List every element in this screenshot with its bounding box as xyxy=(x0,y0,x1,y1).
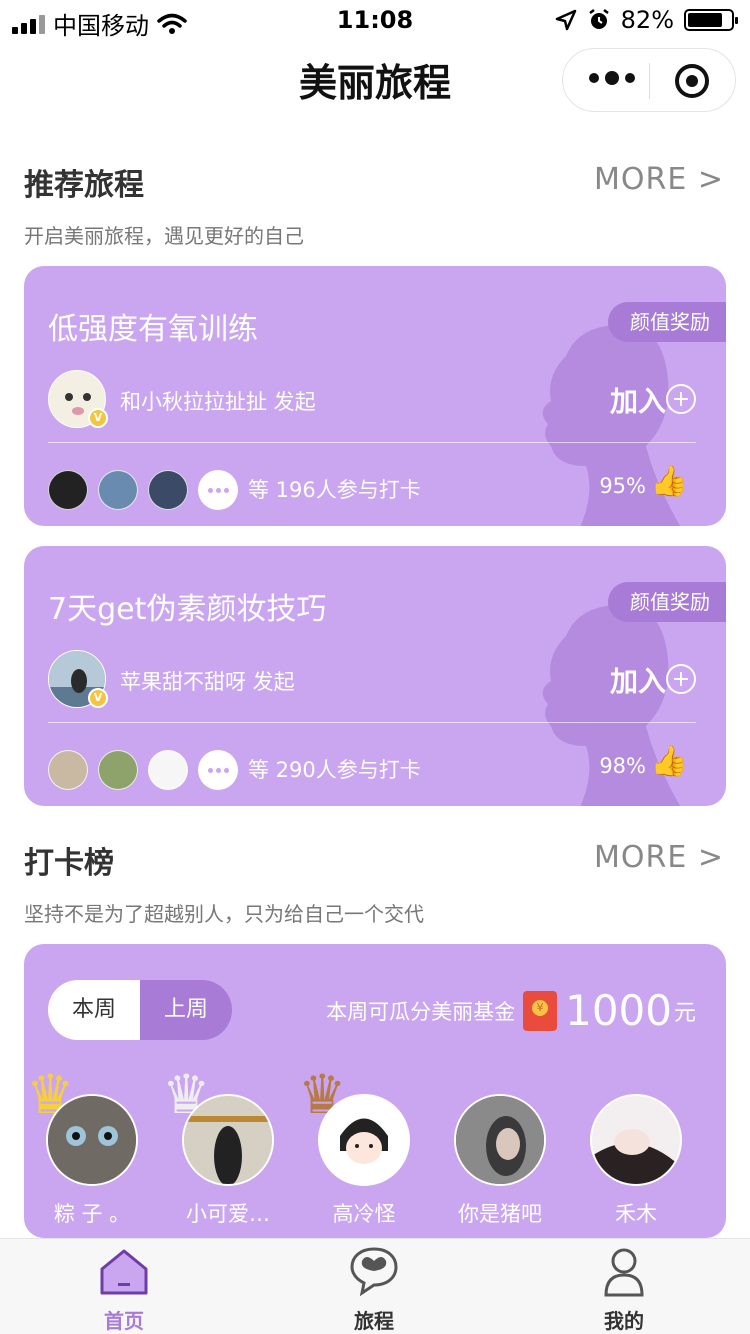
plus-circle-icon[interactable] xyxy=(666,384,696,414)
tab-journey-label: 旅程 xyxy=(354,1309,394,1333)
status-right: 82% xyxy=(555,6,738,34)
card-divider xyxy=(48,722,696,723)
creator-name: 和小秋拉拉扯扯 发起 xyxy=(120,390,316,414)
participant-avatar[interactable] xyxy=(98,750,138,790)
tab-last-week[interactable]: 上周 xyxy=(140,980,232,1040)
fund-unit: 元 xyxy=(673,1000,696,1026)
bottom-tab-bar: 首页 旅程 我的 xyxy=(0,1238,750,1334)
tab-home-label: 首页 xyxy=(104,1309,144,1333)
close-target-icon[interactable] xyxy=(675,64,709,98)
journey-card[interactable]: 7天get伪素颜妆技巧 颜值奖励 V 苹果甜不甜呀 发起 加入 等 290人参与… xyxy=(24,546,726,806)
card-divider xyxy=(48,442,696,443)
rank-user[interactable]: 你是猪吧 xyxy=(454,1094,546,1226)
rank-user-name: 高冷怪 xyxy=(332,1202,396,1226)
tab-home[interactable]: 首页 xyxy=(64,1245,184,1334)
more-menu-icon[interactable] xyxy=(589,71,635,85)
creator-name: 苹果甜不甜呀 发起 xyxy=(120,670,295,694)
journey-card[interactable]: 低强度有氧训练 颜值奖励 V 和小秋拉拉扯扯 发起 加入 等 196人参与打卡 … xyxy=(24,266,726,526)
thumbs-up-icon[interactable]: 👍 xyxy=(651,464,688,499)
verified-badge-icon: V xyxy=(88,408,108,428)
fund-label: 本周可瓜分美丽基金 xyxy=(326,999,516,1024)
rank-user-name: 禾木 xyxy=(615,1202,657,1226)
rank-user[interactable]: ♛ 高冷怪 xyxy=(298,1068,410,1226)
participant-avatar[interactable] xyxy=(148,470,188,510)
more-participants-icon[interactable] xyxy=(198,750,238,790)
ranking-card: 本周 上周 本周可瓜分美丽基金 1000 元 ♛ 粽 子 。 ♛ 小可爱… ♛ … xyxy=(24,944,726,1238)
capsule-divider xyxy=(649,63,650,99)
more-participants-icon[interactable] xyxy=(198,470,238,510)
participant-count: 等 290人参与打卡 xyxy=(248,758,421,782)
person-icon xyxy=(598,1245,650,1297)
journey-title: 低强度有氧训练 xyxy=(48,312,258,347)
rank-user[interactable]: ♛ 小可爱… xyxy=(162,1068,274,1226)
battery-percent: 82% xyxy=(620,6,674,34)
avatar[interactable] xyxy=(182,1094,274,1186)
participant-avatar[interactable] xyxy=(148,750,188,790)
red-packet-icon xyxy=(523,990,558,1031)
participant-avatar[interactable] xyxy=(48,470,88,510)
ranking-subtitle: 坚持不是为了超越别人，只为给自己一个交代 xyxy=(24,902,424,926)
battery-icon xyxy=(684,9,738,31)
rank-user-name: 小可爱… xyxy=(186,1202,270,1226)
like-rate: 98% xyxy=(599,754,646,778)
thumbs-up-icon[interactable]: 👍 xyxy=(651,744,688,779)
participant-avatar[interactable] xyxy=(48,750,88,790)
rank-user[interactable]: 禾木 xyxy=(590,1094,682,1226)
recommend-title: 推荐旅程 xyxy=(24,168,144,203)
recommend-more-link[interactable]: MORE > xyxy=(594,162,724,197)
butterfly-chat-icon xyxy=(348,1245,400,1297)
fund-info: 本周可瓜分美丽基金 1000 元 xyxy=(326,986,696,1035)
battery-fill xyxy=(688,13,723,27)
rank-user-name: 你是猪吧 xyxy=(458,1202,542,1226)
location-arrow-icon xyxy=(555,9,576,31)
ranking-title: 打卡榜 xyxy=(24,846,114,881)
reward-badge: 颜值奖励 xyxy=(608,302,726,342)
avatar[interactable] xyxy=(318,1094,410,1186)
rank-user-name: 粽 子 。 xyxy=(53,1202,131,1226)
recommend-subtitle: 开启美丽旅程，遇见更好的自己 xyxy=(24,224,304,248)
avatar[interactable] xyxy=(46,1094,138,1186)
avatar[interactable] xyxy=(590,1094,682,1186)
fund-amount: 1000 xyxy=(565,986,672,1035)
alarm-icon xyxy=(588,9,609,29)
join-button[interactable]: 加入 xyxy=(610,660,666,700)
reward-badge: 颜值奖励 xyxy=(608,582,726,622)
mini-program-capsule xyxy=(562,48,736,112)
avatar[interactable] xyxy=(454,1094,546,1186)
journey-title: 7天get伪素颜妆技巧 xyxy=(48,592,327,627)
ranking-more-link[interactable]: MORE > xyxy=(594,840,724,875)
home-icon xyxy=(98,1245,150,1297)
plus-circle-icon[interactable] xyxy=(666,664,696,694)
participant-avatar[interactable] xyxy=(98,470,138,510)
tab-me[interactable]: 我的 xyxy=(564,1245,684,1334)
verified-badge-icon: V xyxy=(88,688,108,708)
tab-me-label: 我的 xyxy=(604,1309,644,1333)
rank-user[interactable]: ♛ 粽 子 。 xyxy=(26,1068,138,1226)
join-button[interactable]: 加入 xyxy=(610,380,666,420)
week-toggle[interactable]: 本周 上周 xyxy=(48,980,232,1040)
status-bar: 中国移动 11:08 82% xyxy=(0,0,750,40)
participant-count: 等 196人参与打卡 xyxy=(248,478,421,502)
tab-journey[interactable]: 旅程 xyxy=(314,1245,434,1334)
tab-this-week[interactable]: 本周 xyxy=(48,980,140,1040)
like-rate: 95% xyxy=(599,474,646,498)
